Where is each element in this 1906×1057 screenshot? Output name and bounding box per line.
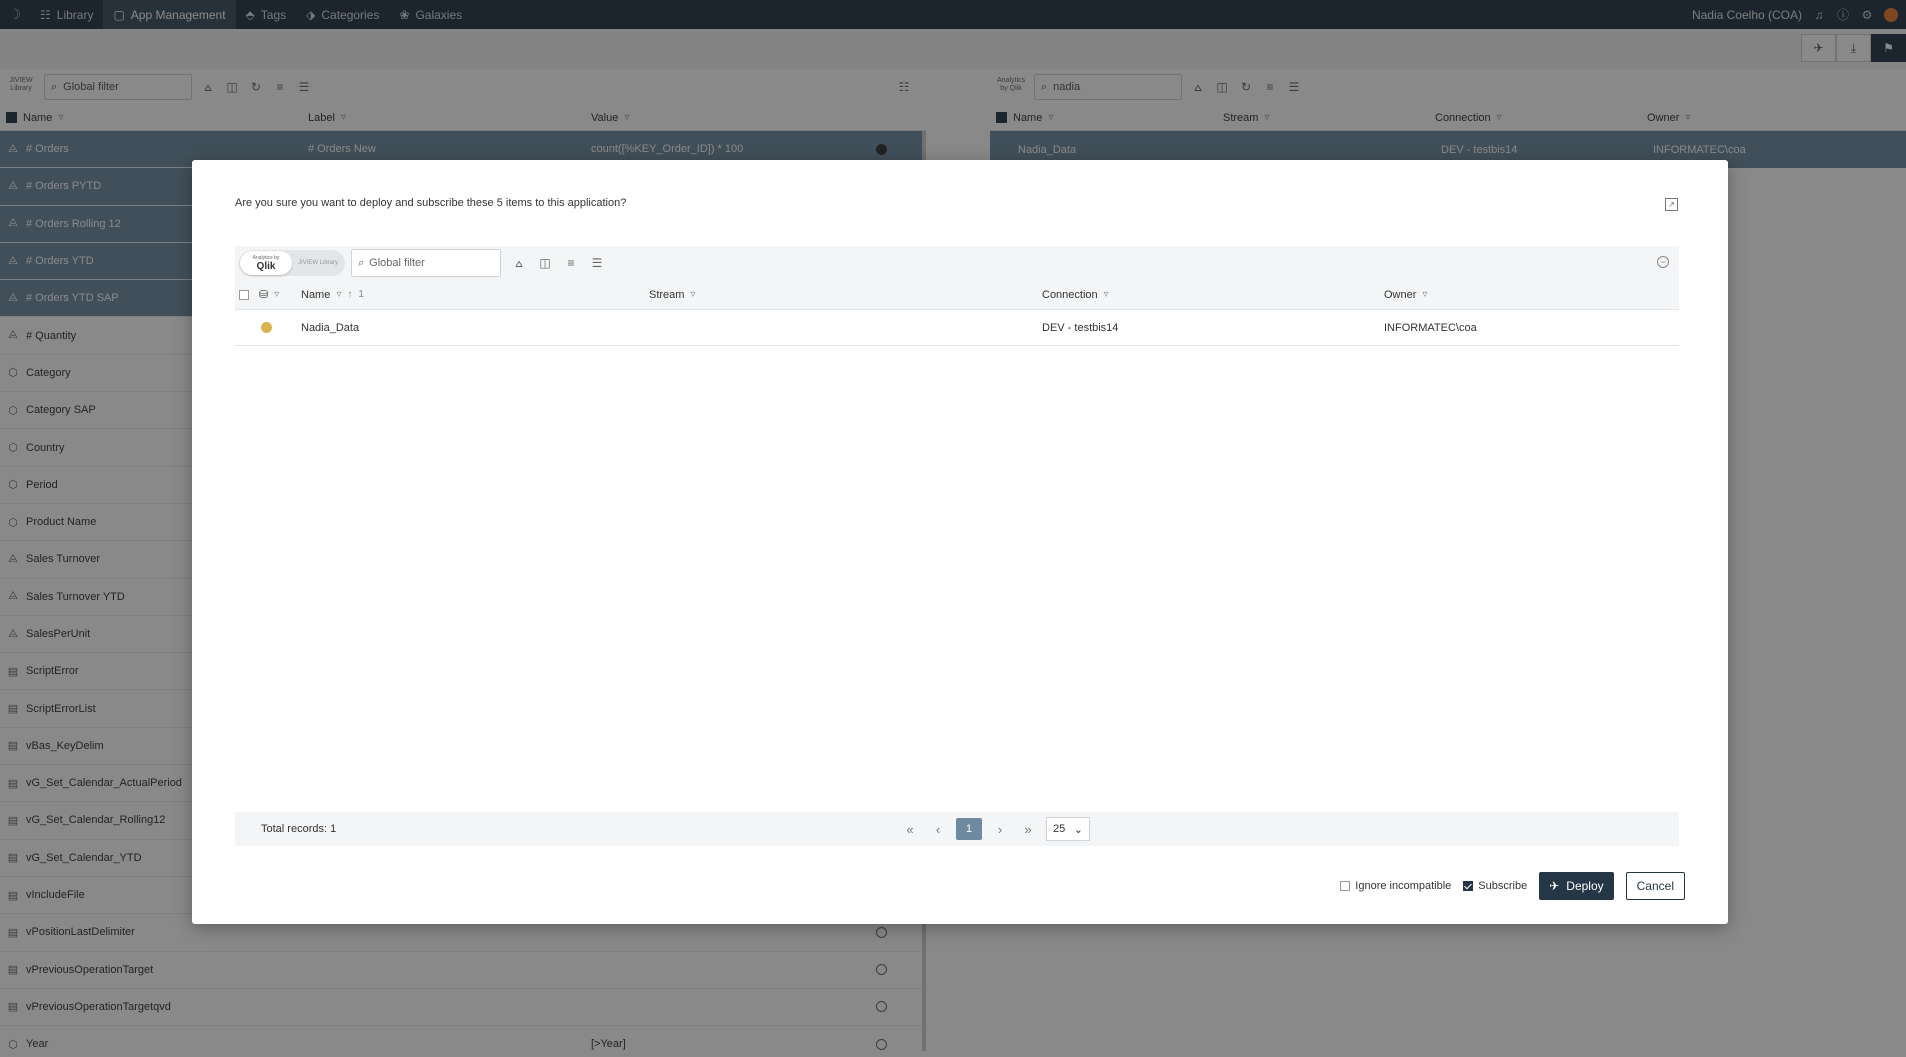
list-settings-icon[interactable]: ☰: [589, 255, 605, 271]
deploy-button[interactable]: ✈ Deploy: [1539, 872, 1614, 900]
column-name-label: Name: [301, 288, 331, 301]
row-connection: DEV - testbis14: [1042, 322, 1119, 334]
dialog-table-footer: Total records: 1 « ‹ 1 › » 25 ⌄: [235, 812, 1679, 846]
dialog-table-header: ⛁ ▿ Name ▿ ↑ 1 Stream ▿ Connection ▿ Own…: [235, 280, 1679, 310]
subscribe-label: Subscribe: [1478, 880, 1528, 892]
column-connection-label: Connection: [1042, 288, 1098, 301]
subscribe-option[interactable]: Subscribe: [1463, 880, 1527, 892]
last-page-icon[interactable]: »: [1018, 818, 1038, 840]
column-status[interactable]: ⛁ ▿: [259, 288, 279, 301]
chevron-down-icon: ⌄: [1073, 823, 1083, 836]
checkbox[interactable]: [239, 289, 249, 300]
previous-page-icon[interactable]: ‹: [928, 818, 948, 840]
cancel-button[interactable]: Cancel: [1625, 872, 1685, 900]
expand-icon[interactable]: ↗: [1665, 198, 1678, 211]
deploy-button-label: Deploy: [1566, 879, 1604, 893]
status-column-icon: ⛁: [259, 289, 269, 301]
pagination: « ‹ 1 › » 25 ⌄: [900, 817, 1090, 841]
page-number[interactable]: 1: [956, 818, 982, 840]
filter-icon[interactable]: ▿: [336, 289, 341, 300]
source-toggle[interactable]: Analytics by Qlik JIVIEW Library: [239, 250, 345, 276]
subscribe-checkbox[interactable]: [1463, 881, 1474, 891]
toggle-option-qlik-label: Qlik: [256, 260, 276, 272]
filter-clear-icon[interactable]: ⩟: [511, 255, 527, 271]
sort-order-badge: 1: [358, 289, 364, 300]
row-owner: INFORMATEC\coa: [1384, 322, 1477, 334]
sort-ascending-icon[interactable]: ↑: [347, 289, 352, 300]
column-owner[interactable]: Owner ▿: [1384, 289, 1427, 301]
ignore-incompatible-label: Ignore incompatible: [1355, 880, 1452, 892]
page-size-value: 25: [1053, 823, 1066, 835]
ignore-incompatible-option[interactable]: Ignore incompatible: [1340, 880, 1451, 892]
dialog-actions: Ignore incompatible Subscribe ✈ Deploy C…: [1340, 872, 1685, 900]
column-stream-label: Stream: [649, 288, 685, 301]
column-owner-label: Owner: [1384, 288, 1417, 301]
collapse-icon[interactable]: −: [1657, 256, 1669, 268]
column-stream[interactable]: Stream ▿: [649, 289, 696, 301]
search-icon: ⌕: [358, 256, 365, 269]
status-dot: [261, 322, 272, 333]
filter-icon[interactable]: ▿: [274, 289, 279, 300]
dialog-select-all-checkbox[interactable]: [239, 289, 249, 300]
dialog-toolbar: Analytics by Qlik JIVIEW Library ⌕ Globa…: [235, 246, 1679, 280]
toggle-option-jiview[interactable]: JIVIEW Library: [292, 260, 344, 267]
deploy-icon: ✈: [1549, 879, 1560, 893]
column-name[interactable]: Name ▿ ↑ 1: [301, 289, 364, 301]
filter-icon[interactable]: ▿: [1422, 289, 1427, 300]
ignore-incompatible-checkbox[interactable]: [1340, 881, 1351, 891]
dialog-search-placeholder: Global filter: [369, 257, 425, 269]
next-page-icon[interactable]: ›: [990, 818, 1010, 840]
page-size-select[interactable]: 25 ⌄: [1046, 817, 1090, 841]
dialog-title: Are you sure you want to deploy and subs…: [235, 197, 627, 209]
filter-icon[interactable]: ▿: [1104, 289, 1109, 300]
column-connection[interactable]: Connection ▿: [1042, 289, 1109, 301]
toggle-option-qlik[interactable]: Analytics by Qlik: [240, 251, 292, 275]
row-height-icon[interactable]: ≡: [563, 255, 579, 271]
filter-icon[interactable]: ▿: [690, 289, 695, 300]
first-page-icon[interactable]: «: [900, 818, 920, 840]
table-row[interactable]: Nadia_Data DEV - testbis14 INFORMATEC\co…: [235, 312, 1679, 346]
total-records: Total records: 1: [261, 823, 337, 835]
dialog-search-input[interactable]: ⌕ Global filter: [351, 249, 501, 277]
columns-icon[interactable]: ◫: [537, 255, 553, 271]
row-name: Nadia_Data: [301, 322, 360, 334]
deploy-confirmation-dialog: Are you sure you want to deploy and subs…: [192, 160, 1728, 924]
